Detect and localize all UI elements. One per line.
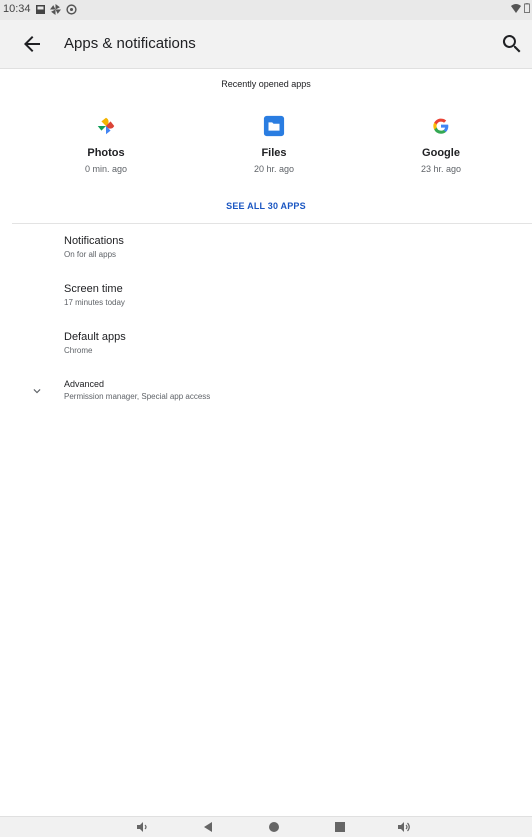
- recent-apps-header: Recently opened apps: [221, 79, 311, 89]
- pref-title: Notifications: [64, 235, 124, 247]
- pinwheel-notification-icon: [49, 3, 61, 15]
- pref-title: Advanced: [64, 379, 105, 389]
- sync-notification-icon: [65, 3, 77, 15]
- pref-title: Screen time: [64, 283, 123, 295]
- pref-advanced[interactable]: Advanced Permission manager, Special app…: [64, 379, 210, 401]
- gallery-notification-icon: [35, 4, 45, 14]
- pref-summary: 17 minutes today: [64, 298, 125, 307]
- recent-app-photos[interactable]: Photos 0 min. ago: [46, 115, 166, 174]
- pref-notifications[interactable]: Notifications On for all apps: [64, 235, 124, 259]
- app-name: Files: [261, 147, 287, 159]
- app-time: 20 hr. ago: [253, 164, 295, 174]
- files-icon: [263, 115, 285, 137]
- volume-down-icon[interactable]: [136, 820, 150, 834]
- status-right: [511, 3, 530, 13]
- app-time: 23 hr. ago: [420, 164, 462, 174]
- pref-summary: Permission manager, Special app access: [64, 392, 211, 401]
- app-name: Photos: [87, 147, 125, 159]
- back-nav-icon[interactable]: [201, 820, 215, 834]
- pref-summary: On for all apps: [64, 250, 117, 259]
- pref-title: Default apps: [64, 331, 126, 343]
- volume-up-icon[interactable]: [397, 820, 411, 834]
- pref-screen-time[interactable]: Screen time 17 minutes today: [64, 283, 125, 307]
- google-icon: [433, 118, 449, 134]
- recent-app-google[interactable]: Google 23 hr. ago: [381, 115, 501, 174]
- recents-nav-icon[interactable]: [333, 820, 347, 834]
- status-bar: 10:34: [0, 0, 532, 20]
- recent-app-files[interactable]: Files 20 hr. ago: [214, 115, 334, 174]
- app-name: Google: [422, 147, 460, 159]
- pref-summary: Chrome: [64, 346, 93, 355]
- app-time: 0 min. ago: [84, 164, 128, 174]
- back-arrow-icon[interactable]: [20, 32, 44, 56]
- search-icon[interactable]: [500, 32, 524, 56]
- battery-icon: [524, 3, 530, 13]
- status-left: 10:34: [3, 3, 77, 15]
- system-nav-bar: [0, 816, 532, 837]
- chevron-down-icon[interactable]: [30, 384, 44, 398]
- home-nav-icon[interactable]: [267, 820, 281, 834]
- status-time: 10:34: [3, 3, 31, 15]
- section-divider: [12, 223, 532, 224]
- pref-default-apps[interactable]: Default apps Chrome: [64, 331, 126, 355]
- app-bar: Apps & notifications: [0, 20, 532, 69]
- wifi-icon: [511, 3, 521, 13]
- photos-icon: [97, 117, 115, 135]
- page-title: Apps & notifications: [64, 35, 196, 52]
- see-all-apps-button[interactable]: SEE ALL 30 APPS: [0, 201, 532, 211]
